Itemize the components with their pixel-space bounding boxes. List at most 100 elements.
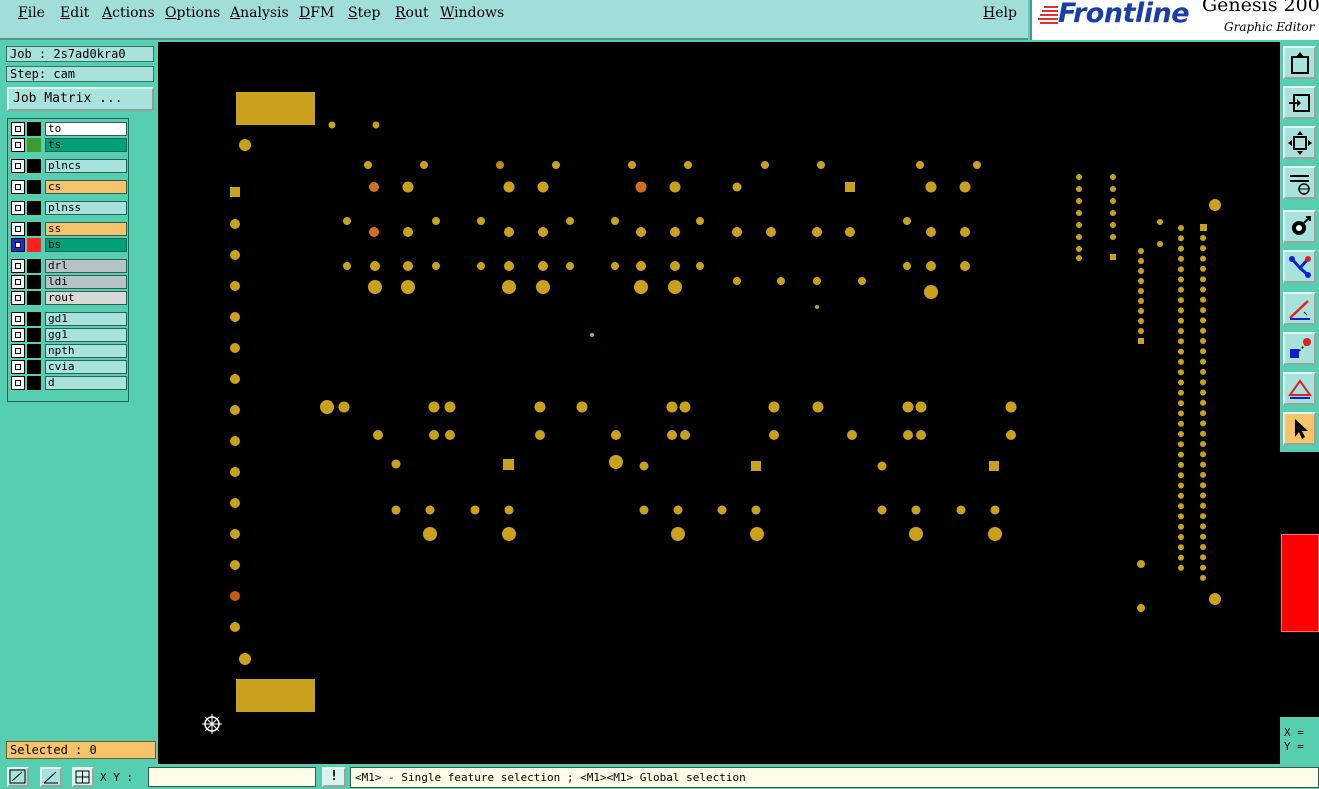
pad[interactable] [1110, 198, 1116, 204]
pad[interactable] [1138, 248, 1144, 254]
pad[interactable] [1076, 198, 1082, 204]
pad[interactable] [636, 261, 646, 271]
snap-icon[interactable] [1283, 86, 1316, 119]
pad[interactable] [230, 498, 240, 508]
square-pad[interactable] [751, 461, 761, 471]
feature-select-icon[interactable] [1283, 332, 1316, 365]
pad[interactable] [1076, 246, 1082, 252]
pad[interactable] [1076, 234, 1082, 240]
pad[interactable] [425, 505, 435, 515]
pad[interactable] [1200, 420, 1206, 427]
pad[interactable] [611, 262, 619, 270]
menu-analysis[interactable]: Analysis [230, 5, 289, 21]
layer-name-rout[interactable]: rout [45, 291, 127, 305]
pad[interactable] [1200, 502, 1206, 509]
layer-checkbox[interactable] [11, 159, 25, 173]
pad[interactable] [1200, 358, 1206, 365]
pad[interactable] [988, 527, 1002, 541]
pad[interactable] [1076, 255, 1082, 261]
pad[interactable] [230, 343, 240, 353]
layer-name-plncs[interactable]: plncs [45, 159, 127, 173]
pad[interactable] [328, 121, 336, 129]
pad[interactable] [1178, 307, 1184, 314]
pad[interactable] [423, 527, 437, 541]
pad[interactable] [1137, 560, 1145, 568]
mounting-pad[interactable] [236, 92, 315, 125]
layer-name-plnss[interactable]: plnss [45, 201, 127, 215]
pad[interactable] [877, 505, 887, 515]
square-pad[interactable] [503, 459, 514, 470]
pad[interactable] [639, 461, 649, 471]
pad[interactable] [502, 280, 516, 294]
zoom-box-icon[interactable] [7, 767, 29, 787]
layer-checkbox[interactable] [11, 344, 25, 358]
pad[interactable] [230, 591, 240, 601]
layer-checkbox[interactable] [11, 291, 25, 305]
pad[interactable] [1005, 401, 1017, 413]
layer-row-ldi[interactable]: ldi [11, 275, 127, 289]
pad[interactable] [1200, 379, 1206, 386]
pad[interactable] [428, 401, 440, 413]
layer-color-swatch[interactable] [27, 201, 41, 215]
layer-row-ts[interactable]: ts [11, 138, 127, 152]
pad[interactable] [1200, 286, 1206, 293]
pad[interactable] [230, 436, 240, 446]
pad[interactable] [239, 139, 251, 151]
pad[interactable] [230, 250, 240, 260]
menu-help[interactable]: Help [983, 5, 1017, 21]
pad[interactable] [1110, 222, 1116, 228]
layer-row-drl[interactable]: drl [11, 259, 127, 273]
pad[interactable] [1200, 492, 1206, 499]
pad[interactable] [1200, 255, 1206, 262]
pad[interactable] [402, 181, 414, 193]
layer-row-cs[interactable]: cs [11, 180, 127, 194]
layer-checkbox[interactable] [11, 328, 25, 342]
pad[interactable] [973, 161, 981, 169]
layer-color-swatch[interactable] [27, 259, 41, 273]
menu-rout[interactable]: Rout [395, 5, 429, 21]
pad[interactable] [628, 161, 636, 169]
pad[interactable] [1178, 534, 1184, 540]
pad[interactable] [230, 312, 240, 322]
pad[interactable] [1138, 298, 1144, 304]
layer-row-npth[interactable]: npth [11, 344, 127, 358]
pad[interactable] [369, 227, 379, 237]
pad[interactable] [373, 430, 383, 440]
layer-name-cs[interactable]: cs [45, 180, 127, 194]
pad[interactable] [477, 262, 485, 270]
layer-up-icon[interactable] [1283, 46, 1316, 79]
pad[interactable] [635, 181, 647, 193]
pad[interactable] [1209, 593, 1221, 605]
layer-row-ss[interactable]: ss [11, 222, 127, 236]
pad[interactable] [230, 281, 240, 291]
square-pad[interactable] [989, 461, 999, 471]
pad[interactable] [696, 262, 704, 270]
layer-name-bs[interactable]: bs [45, 238, 127, 252]
pad[interactable] [845, 227, 855, 237]
pad[interactable] [1138, 268, 1144, 274]
menu-windows[interactable]: Windows [440, 5, 504, 21]
pad[interactable] [1178, 245, 1184, 252]
pad[interactable] [320, 400, 334, 414]
pad[interactable] [1178, 225, 1184, 231]
pad[interactable] [1200, 399, 1206, 406]
pad[interactable] [1178, 431, 1184, 437]
pad[interactable] [751, 505, 761, 515]
layer-name-ss[interactable]: ss [45, 222, 127, 236]
layer-checkbox[interactable] [11, 275, 25, 289]
pad[interactable] [1178, 369, 1184, 376]
pad[interactable] [420, 161, 428, 169]
pad[interactable] [732, 182, 742, 192]
menu-options[interactable]: Options [165, 5, 220, 21]
layer-name-ts[interactable]: ts [45, 138, 127, 152]
pad[interactable] [1209, 199, 1221, 211]
pad[interactable] [611, 217, 619, 225]
pad[interactable] [1138, 328, 1144, 334]
pad[interactable] [1178, 564, 1184, 571]
measure-icon[interactable] [1283, 166, 1316, 199]
pad[interactable] [877, 461, 887, 471]
layer-row-gg1[interactable]: gg1 [11, 328, 127, 342]
pad[interactable] [1178, 472, 1184, 479]
layer-row-plncs[interactable]: plncs [11, 159, 127, 173]
pad[interactable] [1178, 379, 1184, 386]
